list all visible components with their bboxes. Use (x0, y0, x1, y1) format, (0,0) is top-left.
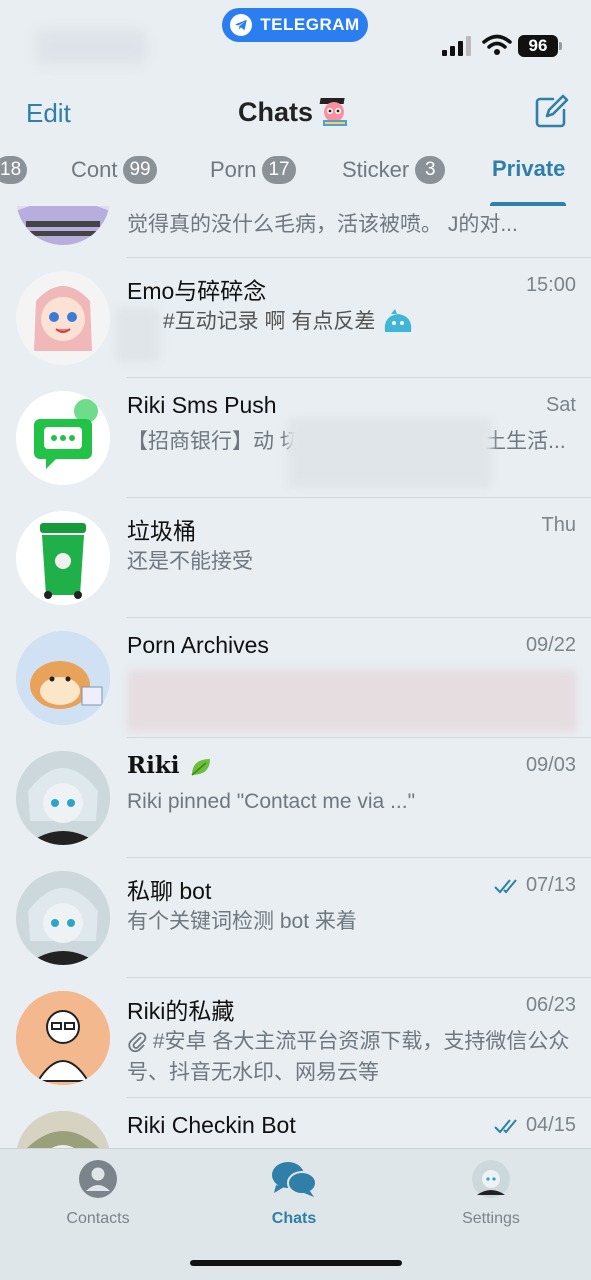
tab-cont[interactable]: Cont 99 (71, 156, 157, 184)
chat-name: Riki (127, 752, 214, 779)
home-indicator (190, 1260, 402, 1266)
chat-preview: 还是不能接受 (127, 550, 253, 573)
chat-row[interactable]: Riki 09/03 Riki pinned "Contact me via .… (0, 738, 591, 858)
chat-avatar (16, 991, 110, 1085)
chat-time: 06/23 (525, 994, 576, 1016)
tab-badge: 17 (262, 156, 296, 184)
chat-avatar (16, 1111, 110, 1148)
battery-indicator: 96 (518, 35, 558, 57)
chat-row[interactable]: Emo与碎碎念 15:00 #互动记录 啊 有点反差 (0, 258, 591, 378)
chat-preview: #安卓 各大主流平台资源下载，支持微信公众号、抖音无水印、网易云等 (127, 1026, 579, 1088)
chat-name: 私聊 bot (127, 878, 212, 904)
tab-porn[interactable]: Porn 17 (210, 156, 296, 184)
chat-list: 觉得真的没什么毛病，活该被喷。 J的对... Emo与碎碎念 15:00 #互动… (0, 206, 591, 1148)
chat-time: 07/13 (494, 874, 576, 897)
profile-avatar-icon (472, 1160, 510, 1198)
chat-preview-text: 觉得真的没什么毛病，活该被喷。 J的对... (127, 213, 518, 236)
chat-preview: 觉得真的没什么毛病，活该被喷。 J的对... (127, 206, 579, 240)
chat-avatar (16, 631, 110, 725)
tab-badge: 3 (415, 156, 446, 184)
chat-name: Riki Checkin Bot (127, 1112, 296, 1138)
tab-label: Porn (210, 157, 257, 182)
chat-time-text: 07/13 (525, 874, 576, 896)
chat-name: Emo与碎碎念 (127, 278, 267, 304)
chat-time-text: 04/15 (525, 1114, 576, 1136)
chat-row[interactable]: Riki的私藏 06/23 #安卓 各大主流平台资源下载，支持微信公众号、抖音无… (0, 978, 591, 1098)
wifi-icon (482, 34, 512, 55)
chat-row[interactable]: Porn Archives 09/22 (0, 618, 591, 738)
blurred-region (288, 418, 492, 488)
chat-preview: #互动记录 啊 有点反差 (163, 306, 583, 337)
chat-avatar (16, 271, 110, 365)
chat-time: Sat (545, 394, 576, 416)
battery-tip (559, 42, 562, 50)
tab-chats-label: Chats (271, 1210, 317, 1227)
chat-row[interactable]: Riki Sms Push Sat 【招商银行】动 切勿告知他人），您于 土生活… (0, 378, 591, 498)
chats-icon (272, 1162, 317, 1197)
blurred-region (116, 308, 160, 362)
chat-name: Riki Sms Push (127, 392, 277, 418)
telegram-plane-icon (230, 14, 253, 36)
tab-settings-label: Settings (462, 1210, 520, 1227)
read-check-icon (494, 1118, 517, 1133)
sticker-icon (384, 309, 412, 333)
carrier-blurred (36, 30, 146, 64)
tab-contacts-label: Contacts (66, 1210, 130, 1227)
contacts-icon (79, 1160, 117, 1198)
chat-name: Riki的私藏 (127, 998, 235, 1024)
chat-avatar (16, 391, 110, 485)
chat-time: 15:00 (525, 274, 576, 296)
chat-avatar (16, 206, 110, 245)
read-check-icon (494, 878, 517, 893)
telegram-pill[interactable]: TELEGRAM (222, 8, 368, 42)
chat-time: 09/03 (525, 754, 576, 776)
chat-time: 04/15 (494, 1114, 576, 1137)
tab-badge: 99 (123, 156, 157, 184)
tab-label: Sticker (342, 157, 410, 182)
chat-row[interactable]: 觉得真的没什么毛病，活该被喷。 J的对... (0, 206, 591, 258)
paperclip-icon (128, 1032, 147, 1053)
chat-name-text: Riki (127, 752, 180, 779)
chat-avatar (16, 511, 110, 605)
folder-tabs: 18 Cont 99 Porn 17 Sticker 3 Private (0, 150, 591, 206)
chat-name: 垃圾桶 (127, 518, 196, 544)
chat-preview: 有个关键词检测 bot 来着 (127, 910, 357, 933)
emoji-status-icon (319, 98, 347, 126)
telegram-pill-label: TELEGRAM (260, 15, 360, 34)
chat-preview-text: #安卓 各大主流平台资源下载，支持微信公众号、抖音无水印、网易云等 (127, 1030, 570, 1084)
chat-time: Thu (541, 514, 576, 536)
tab-all[interactable]: 18 (0, 156, 28, 184)
chat-preview: Riki pinned "Contact me via ..." (127, 790, 416, 813)
tab-sticker[interactable]: Sticker 3 (342, 156, 446, 184)
chat-row[interactable]: 私聊 bot 07/13 有个关键词检测 bot 来着 (0, 858, 591, 978)
compose-button[interactable] (533, 94, 569, 135)
tab-label: Private (492, 156, 566, 181)
page-title: Chats (237, 96, 313, 127)
leaf-icon (191, 759, 210, 776)
tab-private[interactable]: Private (492, 156, 565, 182)
chat-row[interactable]: 垃圾桶 Thu 还是不能接受 (0, 498, 591, 618)
chat-avatar (16, 871, 110, 965)
tab-settings[interactable]: Settings (426, 1159, 556, 1228)
tab-label: Cont (71, 157, 118, 182)
tab-badge: 18 (0, 156, 28, 184)
nav-header: Edit Chats (0, 90, 591, 140)
tab-contacts[interactable]: Contacts (33, 1159, 163, 1228)
chat-name: Porn Archives (127, 632, 269, 658)
compose-icon (535, 94, 569, 128)
chat-preview-text: #互动记录 啊 有点反差 (163, 310, 376, 333)
chat-time: 09/22 (525, 634, 576, 656)
title-wrap: Chats (0, 96, 591, 128)
status-bar: TELEGRAM 96 (0, 0, 591, 90)
tab-chats[interactable]: Chats (229, 1159, 359, 1228)
blurred-preview (127, 670, 577, 732)
chat-row[interactable]: Riki Checkin Bot 04/15 (0, 1098, 591, 1148)
cellular-signal-icon (442, 36, 471, 56)
chat-avatar (16, 751, 110, 845)
